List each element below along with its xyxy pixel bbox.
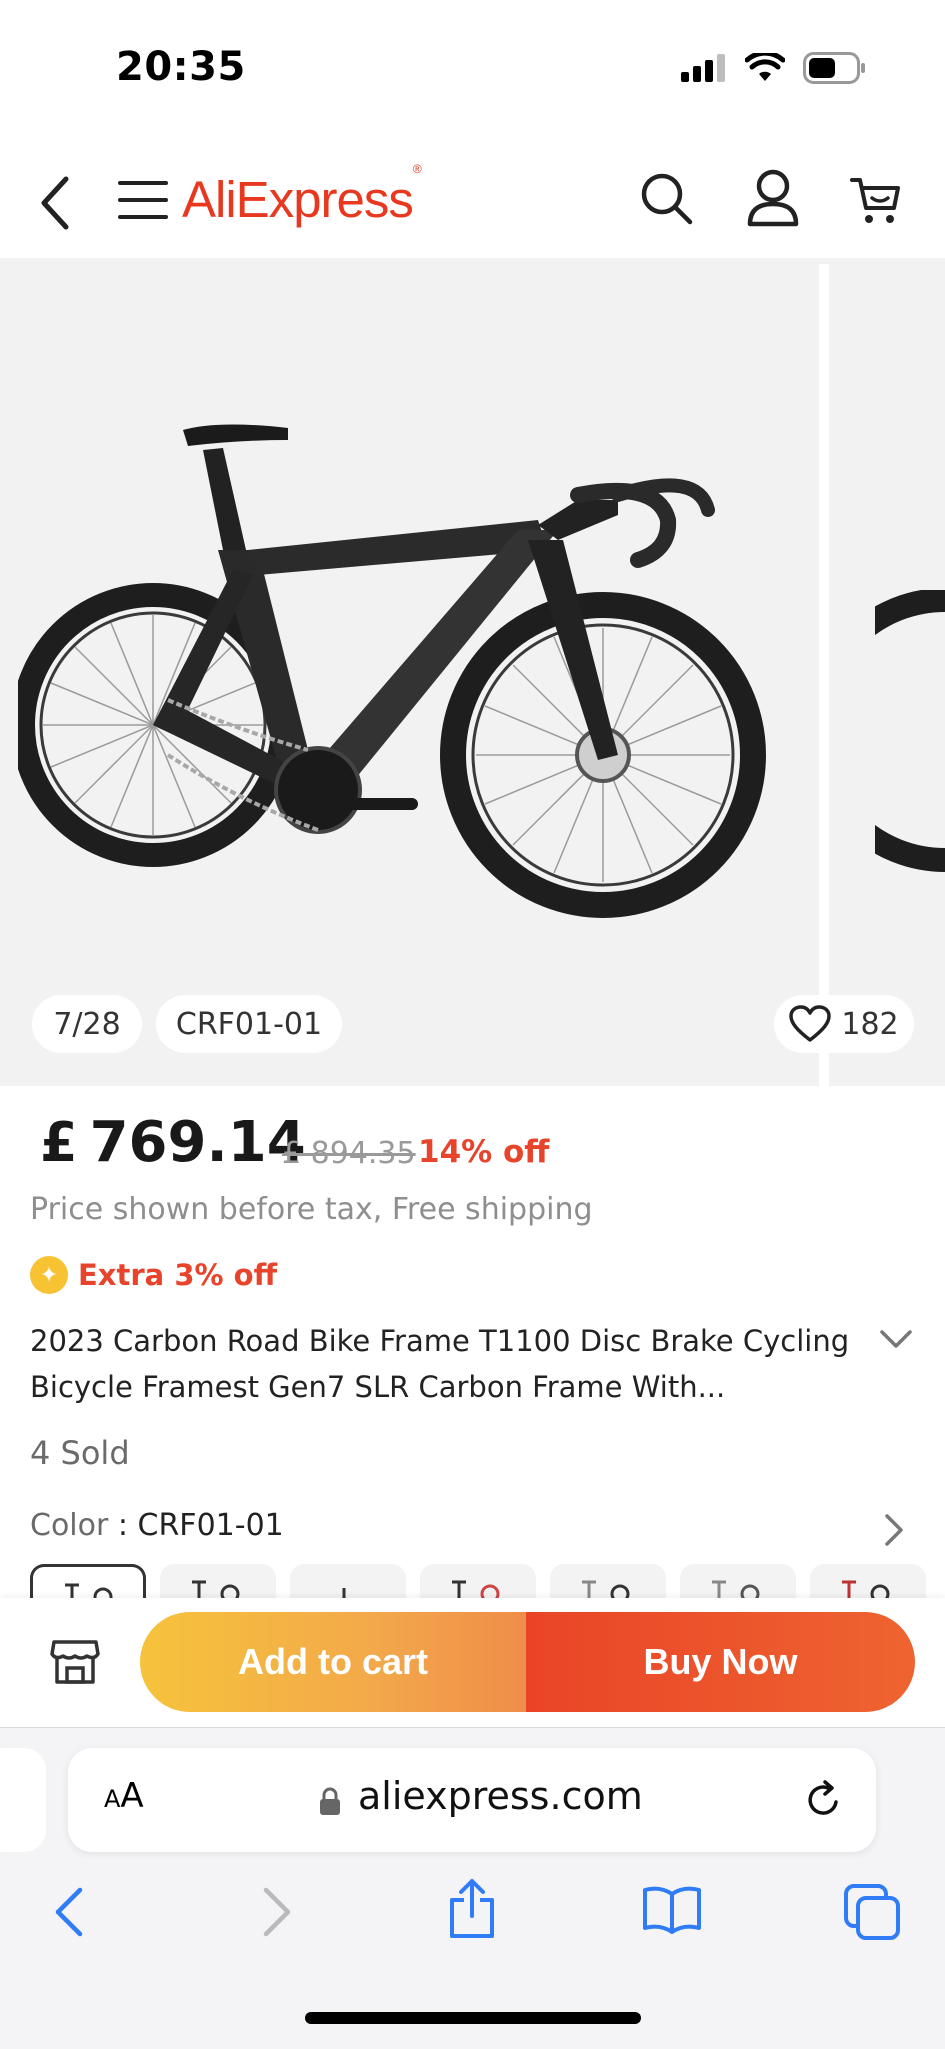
- tax-shipping-note: Price shown before tax, Free shipping: [30, 1192, 593, 1227]
- previous-tab-preview[interactable]: [0, 1748, 46, 1852]
- swatch-bike-thumb: [65, 1583, 113, 1598]
- battery-icon: [803, 52, 865, 84]
- color-swatch[interactable]: [550, 1564, 666, 1598]
- back-chevron-icon[interactable]: [36, 175, 76, 231]
- color-swatch[interactable]: [420, 1564, 536, 1598]
- text-size-button[interactable]: AA: [104, 1776, 144, 1816]
- wifi-icon: [745, 53, 785, 81]
- discount-badge: 14% off: [418, 1134, 550, 1170]
- color-separator: :: [108, 1508, 138, 1543]
- chevron-down-icon[interactable]: [878, 1326, 914, 1354]
- color-swatch[interactable]: [810, 1564, 926, 1598]
- color-swatch-list: [30, 1564, 945, 1598]
- next-image-preview[interactable]: [875, 590, 945, 890]
- image-counter: 7/28: [32, 995, 142, 1053]
- buy-now-button[interactable]: Buy Now: [526, 1612, 915, 1712]
- color-swatch[interactable]: [30, 1564, 146, 1598]
- search-icon[interactable]: [638, 170, 694, 226]
- bookmarks-icon[interactable]: [642, 1884, 702, 1934]
- share-icon[interactable]: [446, 1878, 498, 1940]
- store-icon[interactable]: [50, 1638, 100, 1686]
- status-icons: [681, 52, 867, 84]
- color-selector[interactable]: Color : CRF01-01: [30, 1508, 284, 1543]
- cellular-signal-icon: [681, 54, 725, 82]
- chevron-right-icon[interactable]: [882, 1512, 906, 1548]
- original-price: £ 894.35: [282, 1136, 416, 1171]
- swatch-bike-thumb: [582, 1580, 630, 1598]
- color-label: Color: [30, 1508, 109, 1543]
- browser-forward-icon[interactable]: [256, 1886, 296, 1938]
- currency-symbol: £: [40, 1111, 78, 1174]
- product-bike-image[interactable]: [18, 400, 798, 960]
- sold-count: 4 Sold: [30, 1434, 130, 1472]
- account-icon[interactable]: [745, 168, 801, 228]
- aliexpress-logo[interactable]: AliExpress®: [182, 162, 422, 229]
- cart-icon[interactable]: [850, 174, 902, 226]
- home-indicator[interactable]: [305, 2012, 641, 2024]
- swatch-bike-thumb: [712, 1580, 760, 1598]
- reload-icon[interactable]: [804, 1780, 844, 1820]
- logo-text: AliExpress: [182, 171, 414, 228]
- tabs-icon[interactable]: [844, 1884, 900, 1940]
- hamburger-menu-icon[interactable]: [118, 178, 168, 222]
- wishlist-count: 182: [841, 1006, 899, 1042]
- extra-offer-text: Extra 3% off: [78, 1258, 278, 1292]
- add-to-cart-button[interactable]: Add to cart: [140, 1612, 526, 1712]
- wishlist-button[interactable]: 182: [774, 995, 914, 1053]
- swatch-bike-thumb: [452, 1580, 500, 1598]
- color-swatch[interactable]: [680, 1564, 796, 1598]
- sku-label[interactable]: CRF01-01: [156, 995, 342, 1053]
- url-text[interactable]: aliexpress.com: [358, 1774, 643, 1818]
- lock-icon: [320, 1787, 340, 1815]
- swatch-bike-thumb: [342, 1588, 346, 1598]
- color-swatch[interactable]: [290, 1564, 406, 1598]
- color-swatch[interactable]: [160, 1564, 276, 1598]
- browser-back-icon[interactable]: [50, 1886, 90, 1938]
- sparkle-coin-icon: ✦: [30, 1256, 68, 1294]
- heart-icon: [789, 1005, 832, 1042]
- swatch-bike-thumb: [192, 1580, 240, 1598]
- product-title[interactable]: 2023 Carbon Road Bike Frame T1100 Disc B…: [30, 1318, 850, 1410]
- swatch-bike-thumb: [842, 1580, 890, 1598]
- logo-registered-mark: ®: [412, 162, 422, 176]
- current-price: £769.14: [40, 1110, 306, 1175]
- price-value: 769.14: [89, 1110, 306, 1175]
- text-size-big-a: A: [120, 1776, 144, 1816]
- status-time: 20:35: [116, 44, 246, 90]
- gallery-divider: [819, 264, 829, 1086]
- color-value: CRF01-01: [137, 1508, 284, 1543]
- extra-offer[interactable]: ✦ Extra 3% off: [30, 1256, 277, 1294]
- text-size-small-a: A: [104, 1785, 121, 1813]
